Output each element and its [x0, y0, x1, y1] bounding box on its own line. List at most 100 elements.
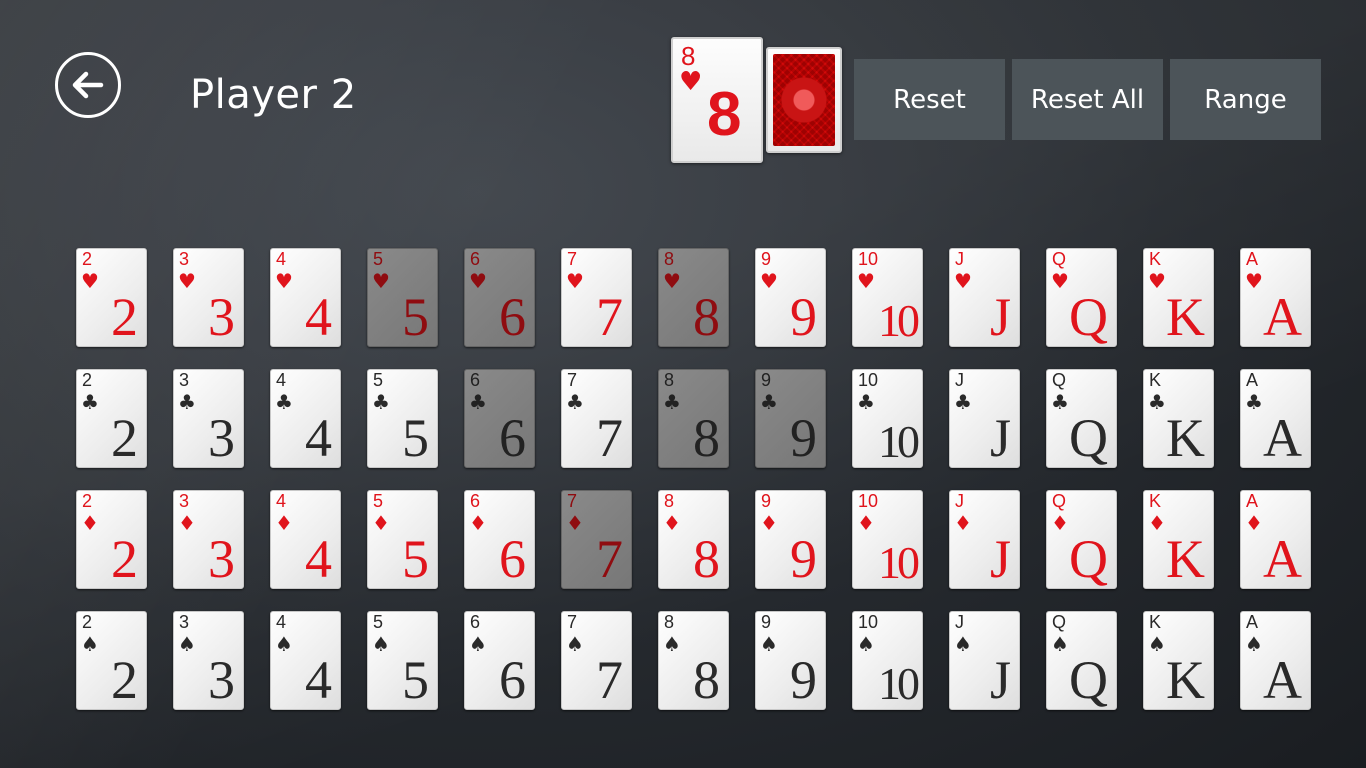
card-6-spades[interactable]: 6 ♠ 6	[464, 611, 535, 710]
card-8-clubs[interactable]: 8 ♣ 8	[658, 369, 729, 468]
card-k-spades[interactable]: K ♠ K	[1143, 611, 1214, 710]
diamond-icon: ♦	[566, 511, 584, 535]
card-rank-large: J	[989, 287, 1011, 347]
card-rank-large: Q	[1069, 529, 1108, 589]
card-3-clubs[interactable]: 3 ♣ 3	[173, 369, 244, 468]
card-rank-large: 2	[111, 287, 138, 347]
card-2-spades[interactable]: 2 ♠ 2	[76, 611, 147, 710]
card-6-diamonds[interactable]: 6 ♦ 6	[464, 490, 535, 589]
card-j-spades[interactable]: J ♠ J	[949, 611, 1020, 710]
card-3-hearts[interactable]: 3 ♥ 3	[173, 248, 244, 347]
card-4-hearts[interactable]: 4 ♥ 4	[270, 248, 341, 347]
card-rank-large: 4	[305, 529, 332, 589]
diamond-icon: ♦	[663, 511, 681, 535]
card-4-spades[interactable]: 4 ♠ 4	[270, 611, 341, 710]
card-7-clubs[interactable]: 7 ♣ 7	[561, 369, 632, 468]
card-j-clubs[interactable]: J ♣ J	[949, 369, 1020, 468]
card-10-hearts[interactable]: 10 ♥ 10	[852, 248, 923, 347]
card-rank-large: 9	[790, 650, 817, 710]
card-rank-small: 2	[82, 612, 93, 632]
card-rank-small: Q	[1052, 491, 1067, 511]
reset-all-button[interactable]: Reset All	[1012, 59, 1163, 140]
card-10-spades[interactable]: 10 ♠ 10	[852, 611, 923, 710]
spade-icon: ♠	[663, 632, 681, 656]
card-a-diamonds[interactable]: A ♦ A	[1240, 490, 1311, 589]
card-rank-large: 10	[878, 658, 920, 709]
card-5-diamonds[interactable]: 5 ♦ 5	[367, 490, 438, 589]
heart-icon: ♥	[1148, 269, 1166, 293]
range-button[interactable]: Range	[1170, 59, 1321, 140]
spade-icon: ♠	[372, 632, 390, 656]
club-icon: ♣	[663, 390, 681, 414]
card-4-clubs[interactable]: 4 ♣ 4	[270, 369, 341, 468]
card-2-clubs[interactable]: 2 ♣ 2	[76, 369, 147, 468]
card-3-diamonds[interactable]: 3 ♦ 3	[173, 490, 244, 589]
card-rank-small: 9	[761, 370, 772, 390]
card-q-diamonds[interactable]: Q ♦ Q	[1046, 490, 1117, 589]
card-5-clubs[interactable]: 5 ♣ 5	[367, 369, 438, 468]
card-8-spades[interactable]: 8 ♠ 8	[658, 611, 729, 710]
card-rank-large: 3	[208, 287, 235, 347]
card-rank-small: 8	[664, 370, 675, 390]
card-rank-large: 9	[790, 287, 817, 347]
card-rank-large: 9	[790, 408, 817, 468]
card-q-clubs[interactable]: Q ♣ Q	[1046, 369, 1117, 468]
card-a-clubs[interactable]: A ♣ A	[1240, 369, 1311, 468]
spade-icon: ♠	[178, 632, 196, 656]
club-icon: ♣	[954, 390, 972, 414]
card-8-diamonds[interactable]: 8 ♦ 8	[658, 490, 729, 589]
card-k-diamonds[interactable]: K ♦ K	[1143, 490, 1214, 589]
diamond-icon: ♦	[1051, 511, 1069, 535]
card-rank-small: 4	[276, 370, 287, 390]
selected-card-1[interactable]: 8 ♥ 8	[671, 37, 763, 163]
diamond-icon: ♦	[372, 511, 390, 535]
card-5-spades[interactable]: 5 ♠ 5	[367, 611, 438, 710]
card-rank-small: Q	[1052, 370, 1067, 390]
card-q-spades[interactable]: Q ♠ Q	[1046, 611, 1117, 710]
card-rank-large: 10	[878, 416, 920, 467]
card-rank-small: 2	[82, 370, 93, 390]
card-2-hearts[interactable]: 2 ♥ 2	[76, 248, 147, 347]
card-6-clubs[interactable]: 6 ♣ 6	[464, 369, 535, 468]
card-rank-small: 5	[373, 249, 384, 269]
card-7-hearts[interactable]: 7 ♥ 7	[561, 248, 632, 347]
diamond-icon: ♦	[81, 511, 99, 535]
card-10-clubs[interactable]: 10 ♣ 10	[852, 369, 923, 468]
card-grid: 2 ♥ 2 3 ♥ 3 4 ♥ 4 5 ♥ 5 6 ♥ 6 7 ♥ 7 8 ♥ 8 9 ♥ 9 10 ♥ 10 J ♥ J Q ♥ Q K ♥ K A ♥…	[76, 248, 1311, 710]
card-rank-large: 4	[305, 408, 332, 468]
card-3-spades[interactable]: 3 ♠ 3	[173, 611, 244, 710]
card-k-hearts[interactable]: K ♥ K	[1143, 248, 1214, 347]
card-k-clubs[interactable]: K ♣ K	[1143, 369, 1214, 468]
card-9-hearts[interactable]: 9 ♥ 9	[755, 248, 826, 347]
heart-icon: ♥	[469, 269, 487, 293]
card-rank-small: 8	[664, 249, 675, 269]
card-10-diamonds[interactable]: 10 ♦ 10	[852, 490, 923, 589]
back-button[interactable]	[55, 52, 121, 118]
card-q-hearts[interactable]: Q ♥ Q	[1046, 248, 1117, 347]
card-7-spades[interactable]: 7 ♠ 7	[561, 611, 632, 710]
card-a-spades[interactable]: A ♠ A	[1240, 611, 1311, 710]
card-9-clubs[interactable]: 9 ♣ 9	[755, 369, 826, 468]
card-2-diamonds[interactable]: 2 ♦ 2	[76, 490, 147, 589]
card-rank-small: 2	[82, 249, 93, 269]
card-a-hearts[interactable]: A ♥ A	[1240, 248, 1311, 347]
card-j-diamonds[interactable]: J ♦ J	[949, 490, 1020, 589]
card-6-hearts[interactable]: 6 ♥ 6	[464, 248, 535, 347]
card-rank-small: A	[1246, 249, 1259, 269]
card-rank-small: 8	[664, 612, 675, 632]
card-4-diamonds[interactable]: 4 ♦ 4	[270, 490, 341, 589]
card-rank-large: J	[989, 408, 1011, 468]
card-rank-small: J	[955, 612, 964, 632]
card-j-hearts[interactable]: J ♥ J	[949, 248, 1020, 347]
selected-card-2-placeholder[interactable]	[766, 47, 842, 153]
card-rank-small: J	[955, 249, 964, 269]
card-9-diamonds[interactable]: 9 ♦ 9	[755, 490, 826, 589]
reset-button[interactable]: Reset	[854, 59, 1005, 140]
heart-icon: ♥	[1245, 269, 1263, 293]
card-7-diamonds[interactable]: 7 ♦ 7	[561, 490, 632, 589]
card-rank-large: 7	[596, 408, 623, 468]
card-rank-large: Q	[1069, 287, 1108, 347]
card-9-spades[interactable]: 9 ♠ 9	[755, 611, 826, 710]
card-5-hearts[interactable]: 5 ♥ 5	[367, 248, 438, 347]
card-8-hearts[interactable]: 8 ♥ 8	[658, 248, 729, 347]
